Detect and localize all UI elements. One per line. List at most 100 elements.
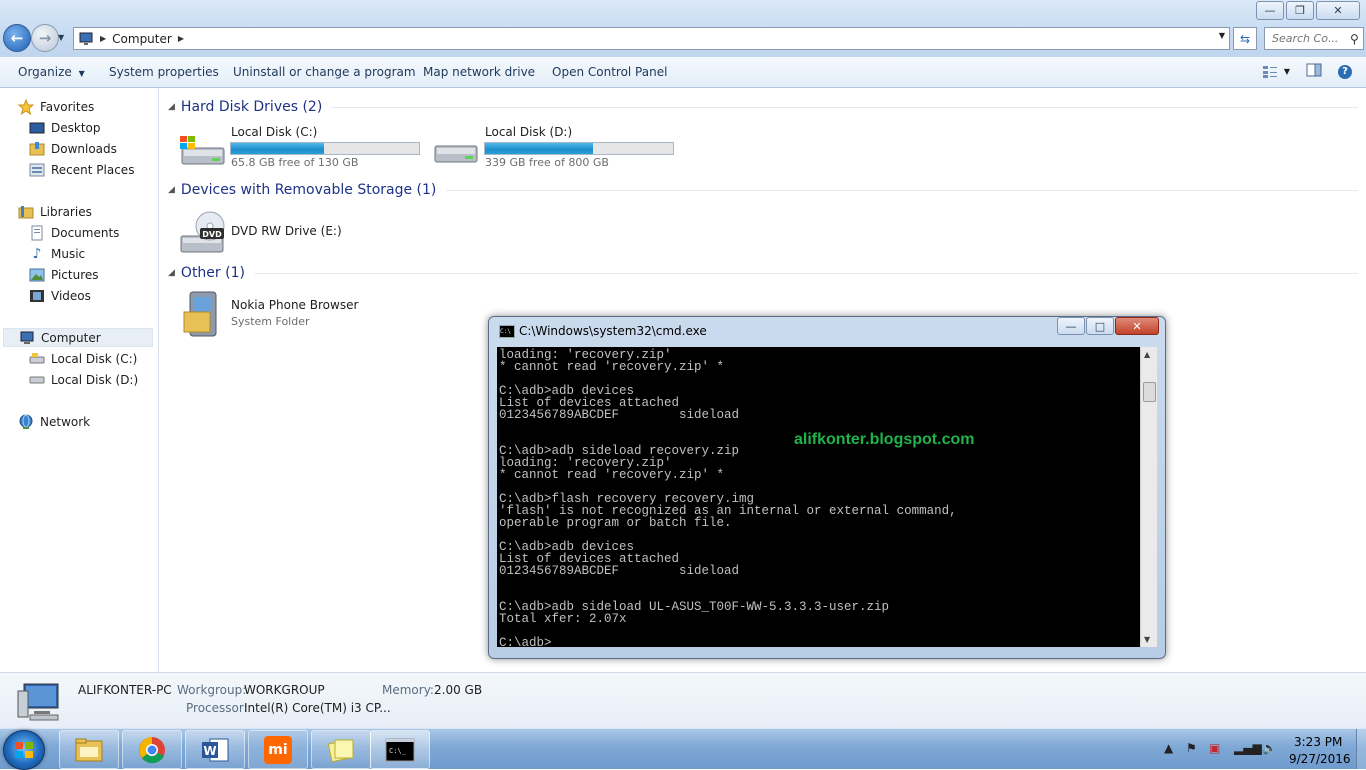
minimize-button[interactable]: — (1256, 1, 1284, 20)
address-bar[interactable]: ▶ Computer ▶ ▼ (73, 27, 1230, 50)
address-dropdown-icon[interactable]: ▼ (1219, 31, 1225, 40)
group-hard-disk-drives[interactable]: ◢ Hard Disk Drives (2) (168, 97, 1358, 117)
window-controls: — ❐ ✕ (1256, 1, 1360, 20)
nav-favorites[interactable]: Favorites (18, 98, 94, 116)
nav-local-disk-c[interactable]: Local Disk (C:) (29, 350, 137, 368)
change-view-button[interactable]: ▼ (1262, 65, 1290, 79)
nav-libraries-label: Libraries (40, 205, 92, 219)
back-button[interactable]: ← (3, 24, 31, 52)
drive-tile-d[interactable]: Local Disk (D:) 339 GB free of 800 GB (430, 124, 680, 170)
nokia-phone-browser-tile[interactable]: Nokia Phone Browser System Folder (176, 290, 376, 340)
show-hidden-icons-icon[interactable]: ▲ (1164, 741, 1173, 755)
volume-icon[interactable]: 🔈 (1262, 741, 1277, 755)
maximize-button[interactable]: ❐ (1286, 1, 1314, 20)
network-signal-icon[interactable]: ▂▄▆ (1234, 741, 1262, 755)
memory-label: Memory: (382, 683, 434, 697)
cmd-title: C:\Windows\system32\cmd.exe (519, 324, 707, 338)
cmd-close-button[interactable]: ✕ (1115, 317, 1159, 335)
cmd-minimize-button[interactable]: — (1057, 317, 1085, 335)
nav-documents[interactable]: Documents (29, 224, 119, 242)
nav-desktop[interactable]: Desktop (29, 119, 101, 137)
refresh-button[interactable]: ⇆ (1233, 27, 1257, 50)
nav-local-disk-d[interactable]: Local Disk (D:) (29, 371, 138, 389)
collapse-triangle-icon[interactable]: ◢ (168, 268, 175, 278)
taskbar-cmd[interactable]: C:\_ (370, 730, 430, 769)
drive-tile-c[interactable]: Local Disk (C:) 65.8 GB free of 130 GB (176, 124, 426, 170)
recent-pages-dropdown[interactable]: ▼ (58, 33, 64, 42)
close-icon: ✕ (1132, 319, 1142, 333)
search-input[interactable] (1270, 31, 1348, 46)
nav-videos[interactable]: Videos (29, 287, 91, 305)
command-bar: Organize ▼ System properties Uninstall o… (0, 57, 1366, 88)
nav-pictures[interactable]: Pictures (29, 266, 99, 284)
device-status-icon[interactable]: ▣ (1209, 741, 1220, 755)
pictures-icon (29, 267, 45, 283)
scroll-thumb[interactable] (1143, 382, 1156, 402)
scroll-down-icon[interactable]: ▼ (1144, 635, 1150, 644)
collapse-triangle-icon[interactable]: ◢ (168, 185, 175, 195)
close-button[interactable]: ✕ (1316, 1, 1360, 20)
taskbar-word[interactable]: W (185, 730, 245, 769)
folder-icon (75, 738, 103, 761)
cmd-console[interactable]: loading: 'recovery.zip' * cannot read 're… (497, 347, 1148, 647)
close-icon: ✕ (1333, 4, 1343, 17)
cmd-titlebar[interactable]: C:\ C:\Windows\system32\cmd.exe — □ ✕ (489, 317, 1165, 345)
breadcrumb-separator-icon[interactable]: ▶ (100, 34, 106, 43)
taskbar-mi[interactable]: mi (248, 730, 308, 769)
cmd-line: C:\adb> (499, 636, 552, 647)
view-controls: ▼ ? (1262, 63, 1352, 80)
cmd-scrollbar[interactable]: ▲ ▼ (1140, 347, 1157, 647)
clock-date[interactable]: 9/27/2016 (1289, 752, 1351, 766)
nav-recent-places-label: Recent Places (51, 163, 135, 177)
processor-value: Intel(R) Core(TM) i3 CP... (244, 701, 391, 715)
videos-icon (29, 288, 45, 304)
processor-label: Processor: (186, 701, 248, 715)
organize-button[interactable]: Organize ▼ (18, 65, 85, 79)
show-desktop-button[interactable] (1356, 729, 1366, 769)
group-other-label: Other (1) (180, 265, 245, 281)
breadcrumb-chevron-icon[interactable]: ▶ (178, 34, 184, 43)
system-properties-button[interactable]: System properties (109, 65, 219, 79)
computer-name: ALIFKONTER-PC (78, 683, 172, 697)
search-icon[interactable]: ⚲ (1350, 32, 1359, 46)
nav-computer[interactable]: Computer (3, 328, 153, 347)
minimize-icon: — (1065, 319, 1077, 333)
view-icon (1262, 65, 1277, 78)
breadcrumb-computer[interactable]: Computer (112, 32, 172, 46)
collapse-triangle-icon[interactable]: ◢ (168, 102, 175, 112)
group-removable-storage[interactable]: ◢ Devices with Removable Storage (1) (168, 180, 1358, 200)
start-button[interactable] (3, 730, 45, 770)
dvd-badge-text: DVD (202, 230, 222, 239)
cmd-maximize-button[interactable]: □ (1086, 317, 1114, 335)
cmd-window[interactable]: C:\ C:\Windows\system32\cmd.exe — □ ✕ lo… (488, 316, 1166, 659)
nav-recent-places[interactable]: Recent Places (29, 161, 134, 179)
forward-arrow-icon: → (38, 29, 52, 47)
drive-usage-bar-c (230, 142, 420, 155)
help-icon[interactable]: ? (1338, 64, 1352, 79)
taskbar-sticky-notes[interactable] (311, 730, 371, 769)
back-arrow-icon: ← (10, 29, 24, 47)
chevron-down-icon: ▼ (78, 69, 85, 78)
cmd-line: * cannot read 'recovery.zip' * (499, 468, 725, 482)
map-network-drive-button[interactable]: Map network drive (423, 65, 535, 79)
chrome-icon (139, 736, 165, 763)
nav-downloads[interactable]: Downloads (29, 140, 117, 158)
search-box[interactable]: ⚲ (1264, 27, 1364, 50)
clock-time[interactable]: 3:23 PM (1294, 735, 1342, 749)
group-other[interactable]: ◢ Other (1) (168, 263, 1358, 283)
nav-libraries[interactable]: Libraries (18, 203, 92, 221)
dvd-drive-tile[interactable]: DVD DVD RW Drive (E:) (176, 206, 376, 256)
scroll-up-icon[interactable]: ▲ (1144, 350, 1150, 359)
taskbar-explorer[interactable] (59, 730, 119, 769)
preview-pane-button[interactable] (1306, 63, 1322, 80)
documents-icon (29, 225, 45, 241)
uninstall-program-button[interactable]: Uninstall or change a program (233, 65, 416, 79)
forward-button[interactable]: → (31, 24, 59, 52)
nav-network[interactable]: Network (18, 413, 90, 431)
open-control-panel-button[interactable]: Open Control Panel (552, 65, 667, 79)
taskbar-chrome[interactable] (122, 730, 182, 769)
sticky-notes-icon (327, 739, 354, 762)
action-center-flag-icon[interactable]: ⚑ (1186, 741, 1197, 755)
nav-music[interactable]: ♪ Music (29, 245, 86, 263)
computer-large-icon (17, 683, 59, 721)
